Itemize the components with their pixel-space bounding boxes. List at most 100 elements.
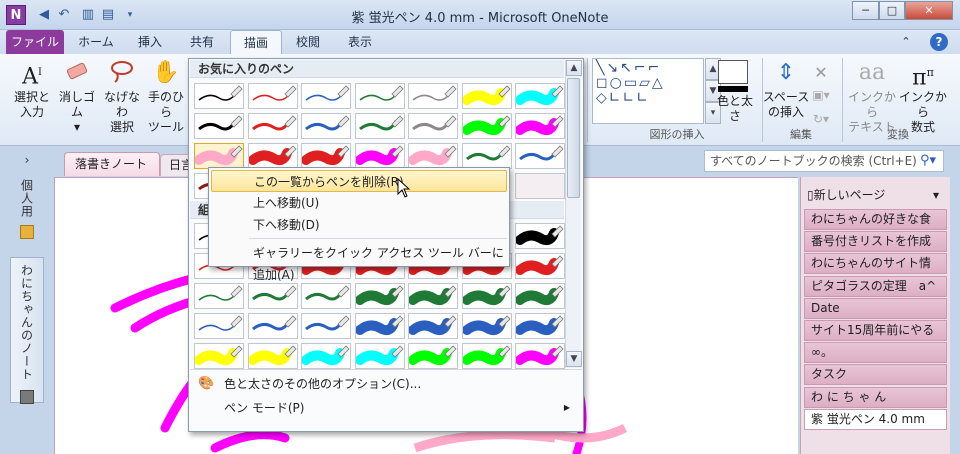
pen-swatch[interactable]: [247, 143, 298, 169]
pen-swatch[interactable]: [194, 113, 244, 139]
menu-item-remove-pen[interactable]: この一覧からペンを削除(R): [211, 170, 507, 192]
search-input[interactable]: すべてのノートブックの検索 (Ctrl+E): [704, 150, 944, 172]
color-thickness-icon[interactable]: [718, 60, 748, 84]
ink-to-text-button[interactable]: aa インクから テキスト: [846, 58, 898, 135]
scroll-thumb[interactable]: [567, 78, 580, 198]
pen-swatch[interactable]: [194, 83, 244, 109]
lasso-select-button[interactable]: なげなわ 選択: [100, 58, 144, 135]
pen-swatch[interactable]: [515, 173, 565, 199]
ribbon-tab-bar: ファイル ホーム 挿入 共有 描画 校閲 表示 ⌃ ?: [0, 30, 960, 54]
pen-swatch[interactable]: [408, 283, 458, 309]
pen-swatch[interactable]: [301, 113, 351, 139]
pen-swatch[interactable]: [247, 283, 298, 309]
collapse-ribbon-icon[interactable]: ⌃: [896, 30, 916, 54]
pen-swatch[interactable]: [515, 83, 565, 109]
pen-swatch[interactable]: [461, 83, 512, 109]
help-icon[interactable]: ?: [930, 33, 948, 51]
arrange-icon[interactable]: ▣▾: [810, 88, 832, 103]
page-item[interactable]: 紫 蛍光ペン 4.0 mm: [804, 408, 947, 430]
notebook-wani[interactable]: わにちゃんのノート: [10, 257, 44, 404]
pen-swatch[interactable]: [408, 113, 458, 139]
pen-swatch[interactable]: [408, 343, 458, 369]
scroll-up-arrow[interactable]: ▲: [566, 60, 582, 76]
pen-swatch[interactable]: [408, 143, 458, 169]
ink-to-math-button[interactable]: ππ インクから 数式: [898, 58, 948, 135]
tab-draw[interactable]: 描画: [230, 30, 282, 54]
page-item[interactable]: サイト15周年前にやる: [804, 320, 947, 341]
page-item[interactable]: わにちゃんの好きな食: [804, 209, 947, 230]
pen-swatch[interactable]: [354, 313, 405, 339]
minimize-button[interactable]: ─: [852, 1, 879, 20]
menu-item-add-to-qat[interactable]: ギャラリーをクイック アクセス ツール バーに追加(A): [211, 242, 507, 282]
pen-swatch[interactable]: [354, 343, 405, 369]
menu-item-move-up[interactable]: 上へ移動(U): [211, 192, 507, 214]
pen-swatch[interactable]: [194, 313, 244, 339]
pen-swatch[interactable]: [354, 83, 405, 109]
pen-swatch[interactable]: [301, 143, 351, 169]
page-item[interactable]: Date: [804, 297, 947, 319]
pen-swatch[interactable]: [461, 283, 512, 309]
pen-mode-item[interactable]: ペン モード(P) ▶: [190, 396, 582, 420]
pen-swatch[interactable]: [194, 143, 244, 169]
pen-swatch[interactable]: [461, 143, 512, 169]
page-item[interactable]: わ に ち ゃ ん: [804, 386, 947, 408]
pen-swatch[interactable]: [461, 313, 512, 339]
color-thickness-button[interactable]: 色と太さ: [712, 94, 758, 124]
search-icon[interactable]: ⚲▾: [920, 153, 936, 168]
pen-swatch[interactable]: [461, 113, 512, 139]
insert-space-button[interactable]: ⇕ スペース の挿入: [762, 58, 810, 120]
page-item[interactable]: わにちゃんのサイト情: [804, 253, 947, 275]
pen-swatch[interactable]: [515, 253, 565, 279]
pen-swatch[interactable]: [515, 223, 565, 249]
pen-swatch[interactable]: [354, 283, 405, 309]
new-page-button[interactable]: ▯新しいページ ▾: [805, 185, 947, 205]
page-item[interactable]: タスク: [804, 364, 947, 386]
pen-swatch[interactable]: [247, 113, 298, 139]
pen-swatch[interactable]: [301, 283, 351, 309]
tab-insert[interactable]: 挿入: [126, 30, 174, 54]
pen-swatch[interactable]: [247, 83, 298, 109]
section-tab-rakugaki[interactable]: 落書きノート: [64, 152, 160, 176]
pen-swatch[interactable]: [247, 313, 298, 339]
notebook-personal[interactable]: 個人用: [10, 179, 44, 251]
pen-swatch[interactable]: [515, 143, 565, 169]
close-button[interactable]: ✕: [905, 1, 953, 20]
pen-swatch[interactable]: [301, 313, 351, 339]
menu-item-move-down[interactable]: 下へ移動(D): [211, 214, 507, 236]
page-item[interactable]: 番号付きリストを作成: [804, 231, 947, 253]
chevron-down-icon[interactable]: ▾: [933, 185, 939, 205]
pen-swatch[interactable]: [515, 313, 565, 339]
more-color-options-item[interactable]: 🎨 色と太さのその他のオプション(C)...: [190, 372, 582, 396]
pen-swatch[interactable]: [354, 143, 405, 169]
tab-share[interactable]: 共有: [178, 30, 226, 54]
page-item[interactable]: ∞。: [804, 342, 947, 364]
pen-swatch[interactable]: [194, 283, 244, 309]
tab-view[interactable]: 表示: [336, 30, 384, 54]
pen-swatch[interactable]: [408, 313, 458, 339]
pen-swatch[interactable]: [354, 113, 405, 139]
expand-navigation-icon[interactable]: ›: [10, 153, 44, 167]
pen-swatch[interactable]: [194, 343, 244, 369]
pen-swatch[interactable]: [247, 343, 298, 369]
rotate-icon[interactable]: ↻▾: [810, 112, 832, 127]
pen-swatch[interactable]: [515, 283, 565, 309]
gallery-scrollbar[interactable]: ▲ ▼: [565, 60, 582, 368]
pen-swatch[interactable]: [461, 343, 512, 369]
pen-swatch[interactable]: [515, 113, 565, 139]
new-page-icon: ▯: [807, 188, 814, 202]
tab-file[interactable]: ファイル: [6, 30, 64, 54]
pen-swatch[interactable]: [515, 343, 565, 369]
page-item[interactable]: ピタゴラスの定理 a^: [804, 275, 947, 297]
pen-swatch[interactable]: [301, 343, 351, 369]
shapes-gallery[interactable]: ╲↘↖⌐⌐ ◻○▭▱△ ◇∟∟∟: [592, 58, 704, 124]
eraser-button[interactable]: 消しゴム ▾: [54, 58, 100, 135]
pen-swatch[interactable]: [301, 83, 351, 109]
tab-home[interactable]: ホーム: [70, 30, 122, 54]
tab-review[interactable]: 校閲: [284, 30, 332, 54]
pen-swatch[interactable]: [408, 83, 458, 109]
scroll-down-arrow[interactable]: ▼: [566, 351, 582, 367]
hand-tool-button[interactable]: ✋ 手のひら ツール: [144, 58, 188, 135]
delete-icon[interactable]: ✕: [810, 58, 832, 90]
select-and-type-button[interactable]: AI 選択と 入力: [10, 58, 54, 120]
maximize-button[interactable]: □: [879, 1, 905, 20]
